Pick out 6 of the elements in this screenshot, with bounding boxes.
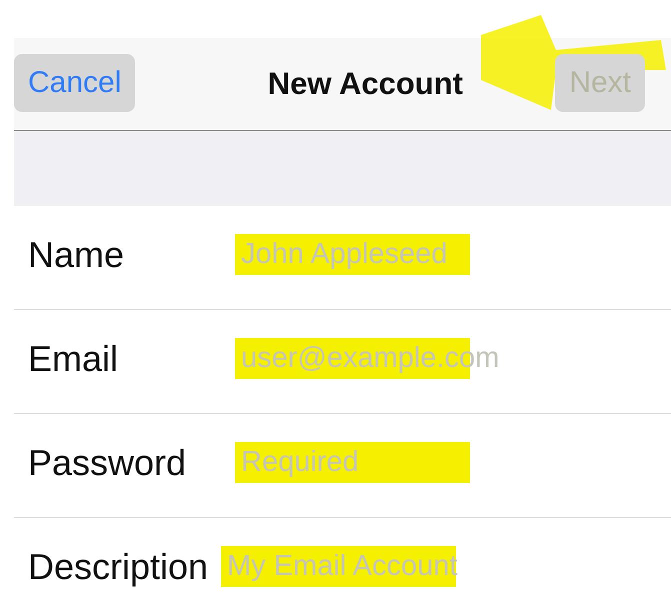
field-label: Name bbox=[27, 234, 126, 276]
field-label: Password bbox=[27, 442, 188, 484]
field-label: Email bbox=[27, 338, 120, 380]
screen-title: New Account bbox=[268, 66, 463, 102]
field-label: Description bbox=[27, 546, 210, 588]
cancel-button[interactable]: Cancel bbox=[14, 54, 136, 112]
